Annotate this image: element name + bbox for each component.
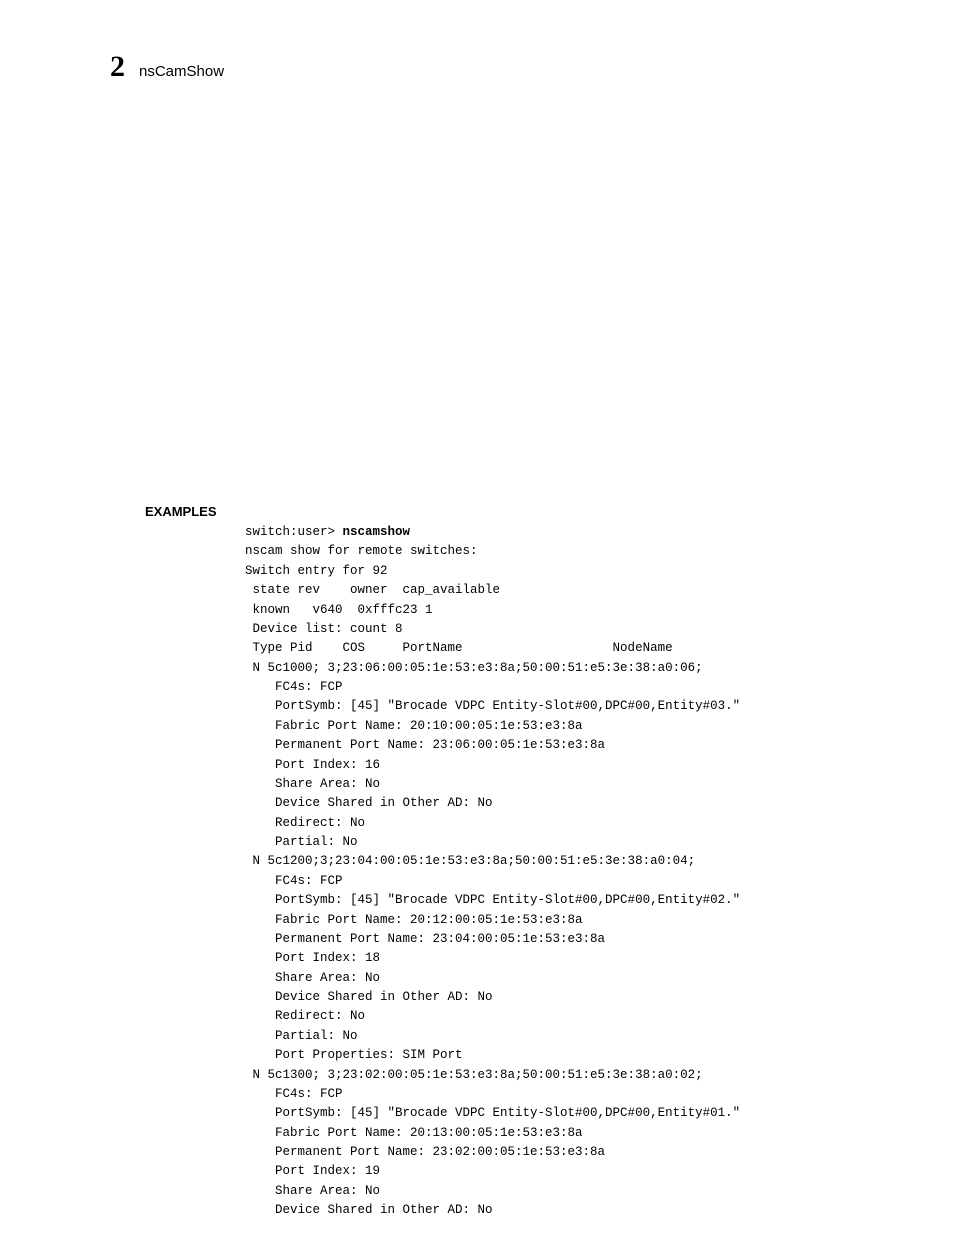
section-examples-label: EXAMPLES [145,504,884,519]
page-root: 2 nsCamShow EXAMPLES switch:user> nscams… [0,0,954,1221]
terminal-output: nscam show for remote switches: Switch e… [245,544,740,1217]
terminal-command: nscamshow [343,525,411,539]
page-header: 2 nsCamShow [110,50,884,84]
terminal-prompt: switch:user> [245,525,343,539]
chapter-number: 2 [110,50,125,84]
terminal-block: switch:user> nscamshow nscam show for re… [245,523,884,1221]
command-name: nsCamShow [139,63,224,80]
